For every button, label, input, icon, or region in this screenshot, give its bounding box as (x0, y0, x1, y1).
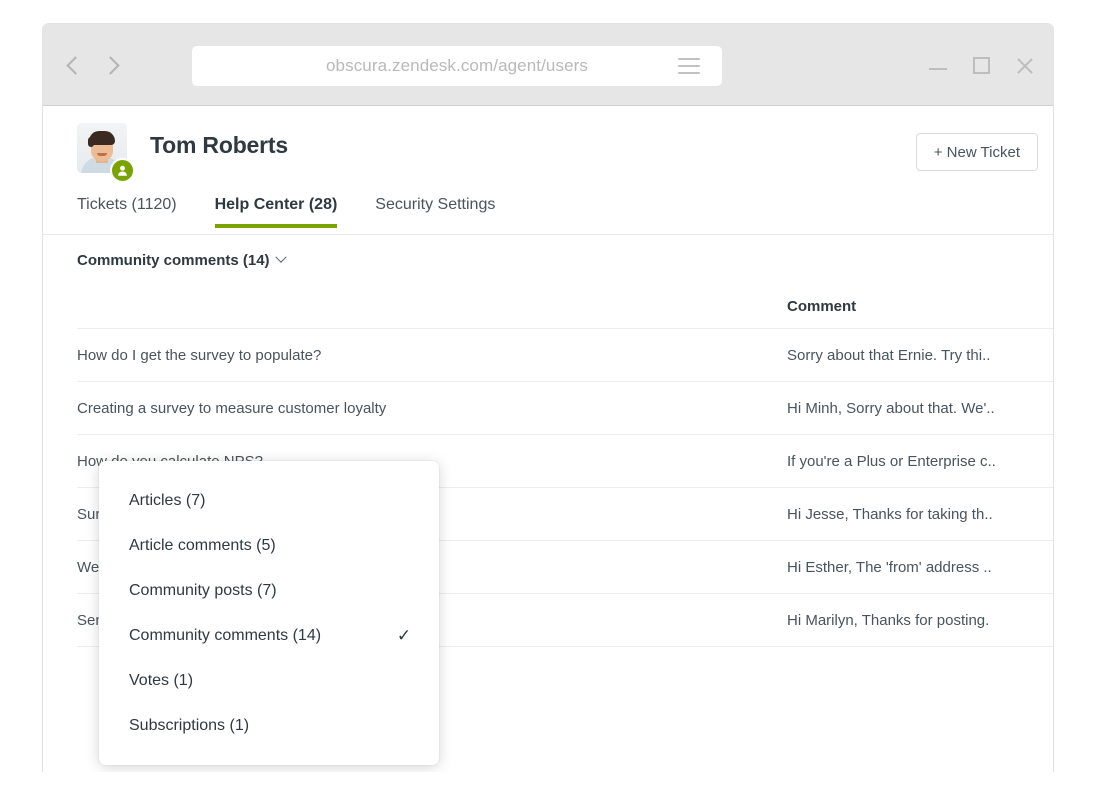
row-comment: If you're a Plus or Enterprise c.. (787, 452, 996, 470)
browser-window: obscura.zendesk.com/agent/users Tom Robe… (42, 23, 1054, 772)
content-type-dropdown-trigger[interactable]: Community comments (14) (77, 251, 287, 269)
row-comment: Hi Esther, The 'from' address .. (787, 558, 992, 576)
check-icon: ✓ (396, 626, 412, 645)
table-row[interactable]: How do I get the survey to populate? Sor… (77, 329, 1053, 382)
avatar[interactable] (77, 123, 135, 183)
menu-item-label: Article comments (5) (129, 536, 276, 554)
tab-security-settings[interactable]: Security Settings (375, 192, 495, 228)
row-comment: Hi Jesse, Thanks for taking th.. (787, 505, 993, 523)
hamburger-line (678, 58, 700, 60)
filter-bar: Community comments (14) (43, 235, 1053, 285)
menu-item-subscriptions[interactable]: Subscriptions (1) ✓ (99, 703, 439, 748)
maximize-icon[interactable] (973, 56, 990, 74)
menu-item-community-posts[interactable]: Community posts (7) ✓ (99, 568, 439, 613)
avatar-smile (97, 153, 107, 156)
row-title: Creating a survey to measure customer lo… (77, 399, 387, 417)
menu-item-article-comments[interactable]: Article comments (5) ✓ (99, 523, 439, 568)
chevron-left-icon[interactable] (66, 55, 85, 75)
content-type-dropdown-menu: Articles (7) ✓ Article comments (5) ✓ Co… (99, 461, 439, 765)
user-badge-icon (110, 158, 135, 183)
table-header-row: Comment (77, 285, 1053, 329)
hamburger-line (678, 65, 700, 67)
tab-help-center[interactable]: Help Center (28) (214, 192, 337, 228)
user-header: Tom Roberts + New Ticket (43, 106, 1053, 192)
page-title: Tom Roberts (150, 132, 288, 158)
chevron-down-icon (274, 251, 287, 263)
row-title: How do I get the survey to populate? (77, 346, 322, 364)
minimize-icon[interactable] (929, 60, 947, 70)
content-type-selected-label: Community comments (14) (77, 251, 270, 269)
menu-item-community-comments[interactable]: Community comments (14) ✓ (99, 613, 439, 658)
tab-bar: Tickets (1120) Help Center (28) Security… (43, 192, 1053, 235)
menu-item-label: Articles (7) (129, 491, 206, 509)
chevron-right-icon[interactable] (101, 55, 120, 75)
menu-item-label: Subscriptions (1) (129, 716, 250, 734)
screenshot-root: obscura.zendesk.com/agent/users Tom Robe… (0, 0, 1100, 800)
navigation-controls (66, 24, 120, 106)
menu-item-label: Community posts (7) (129, 581, 277, 599)
url-text: obscura.zendesk.com/agent/users (325, 56, 589, 75)
menu-item-label: Votes (1) (129, 671, 194, 689)
browser-toolbar: obscura.zendesk.com/agent/users (43, 24, 1053, 106)
new-ticket-button[interactable]: + New Ticket (915, 133, 1038, 171)
url-bar[interactable]: obscura.zendesk.com/agent/users (192, 46, 722, 86)
column-header-comment: Comment (787, 298, 857, 315)
table-row[interactable]: Creating a survey to measure customer lo… (77, 382, 1053, 435)
menu-item-articles[interactable]: Articles (7) ✓ (99, 478, 439, 523)
tab-tickets[interactable]: Tickets (1120) (77, 192, 177, 228)
window-controls (929, 24, 1033, 106)
avatar-hair-side (88, 137, 94, 147)
row-comment: Hi Minh, Sorry about that. We'.. (787, 399, 995, 417)
close-icon[interactable] (1016, 57, 1033, 74)
menu-item-votes[interactable]: Votes (1) ✓ (99, 658, 439, 703)
hamburger-icon[interactable] (678, 58, 700, 74)
menu-item-label: Community comments (14) (129, 626, 322, 644)
row-comment: Sorry about that Ernie. Try thi.. (787, 346, 991, 364)
page-content: Tom Roberts + New Ticket Tickets (1120) … (43, 106, 1053, 772)
hamburger-line (678, 72, 700, 74)
row-comment: Hi Marilyn, Thanks for posting. (787, 611, 990, 629)
